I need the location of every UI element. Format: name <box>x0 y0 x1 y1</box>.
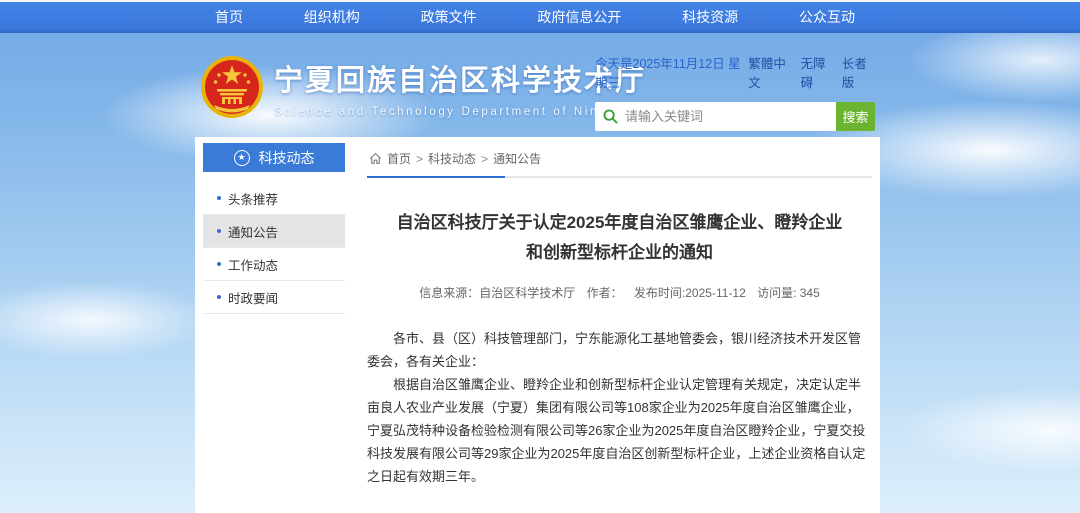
article-meta: 信息来源：自治区科学技术厅 作者： 发布时间:2025-11-12 访问量: 3… <box>367 284 872 301</box>
breadcrumb-notices[interactable]: 通知公告 <box>493 150 541 167</box>
breadcrumb-separator: > <box>481 152 488 166</box>
bullet-icon <box>217 229 221 233</box>
sidebar-title: 科技动态 <box>259 148 315 168</box>
meta-author: 作者： <box>587 286 623 300</box>
bullet-icon <box>217 262 221 266</box>
sidebar-header: ★ 科技动态 <box>203 143 345 172</box>
search-button[interactable]: 搜索 <box>836 102 875 131</box>
sidebar-item-label: 工作动态 <box>228 255 278 274</box>
nav-item-interaction[interactable]: 公众互动 <box>789 2 865 33</box>
current-date: 今天是2025年11月12日 星期三 <box>595 53 748 91</box>
sidebar-item-political-news[interactable]: 时政要闻 <box>203 281 345 314</box>
site-title: 宁夏回族自治区科学技术厅 <box>274 57 646 99</box>
article-title-line2: 和创新型标杆企业的通知 <box>367 238 872 268</box>
national-emblem-logo <box>200 55 264 119</box>
link-accessibility[interactable]: 无障碍 <box>801 53 834 91</box>
search-input[interactable] <box>625 109 828 124</box>
sidebar-item-label: 通知公告 <box>228 222 278 241</box>
bullet-icon <box>217 196 221 200</box>
meta-views: 访问量: 345 <box>757 286 820 300</box>
search-icon <box>603 109 618 124</box>
site-header: 宁夏回族自治区科学技术厅 Science and Technology Depa… <box>0 45 1080 137</box>
link-traditional-chinese[interactable]: 繁體中文 <box>748 53 792 91</box>
main-navigation: 首页 组织机构 政策文件 政府信息公开 科技资源 公众互动 <box>0 2 1080 33</box>
nav-item-policy[interactable]: 政策文件 <box>411 2 487 33</box>
article-body: 各市、县（区）科技管理部门，宁东能源化工基地管委会，银川经济技术开发区管委会，各… <box>367 327 872 488</box>
sidebar-item-notices[interactable]: 通知公告 <box>203 215 345 248</box>
breadcrumb-home[interactable]: 首页 <box>387 150 411 167</box>
bullet-icon <box>217 295 221 299</box>
nav-item-resources[interactable]: 科技资源 <box>672 2 748 33</box>
search-bar: 搜索 <box>595 102 875 131</box>
site-subtitle: Science and Technology Department of Nin… <box>274 106 646 118</box>
article-area: 首页 > 科技动态 > 通知公告 自治区科技厅关于认定2025年度自治区雏鹰企业… <box>367 137 872 513</box>
nav-item-organization[interactable]: 组织机构 <box>294 2 370 33</box>
article-paragraph: 根据自治区雏鹰企业、瞪羚企业和创新型标杆企业认定管理有关规定，决定认定半亩良人农… <box>367 373 872 488</box>
breadcrumb-separator: > <box>416 152 423 166</box>
home-icon <box>369 152 382 165</box>
article-paragraph: 各市、县（区）科技管理部门，宁东能源化工基地管委会，银川经济技术开发区管委会，各… <box>367 327 872 373</box>
sidebar-item-label: 时政要闻 <box>228 288 278 307</box>
meta-publish-time: 发布时间:2025-11-12 <box>634 286 746 300</box>
meta-source: 信息来源：自治区科学技术厅 <box>419 286 575 300</box>
article-title-line1: 自治区科技厅关于认定2025年度自治区雏鹰企业、瞪羚企业 <box>367 208 872 238</box>
breadcrumb-divider <box>367 176 872 178</box>
content-panel: ★ 科技动态 头条推荐 通知公告 工作动态 时政要闻 <box>195 137 880 513</box>
sidebar-item-label: 头条推荐 <box>228 189 278 208</box>
star-circle-icon: ★ <box>234 150 250 166</box>
article-title: 自治区科技厅关于认定2025年度自治区雏鹰企业、瞪羚企业 和创新型标杆企业的通知 <box>367 208 872 268</box>
sidebar-item-work-updates[interactable]: 工作动态 <box>203 248 345 281</box>
nav-item-home[interactable]: 首页 <box>205 2 253 33</box>
sidebar: ★ 科技动态 头条推荐 通知公告 工作动态 时政要闻 <box>203 143 345 314</box>
breadcrumb: 首页 > 科技动态 > 通知公告 <box>367 137 872 176</box>
sidebar-item-headlines[interactable]: 头条推荐 <box>203 182 345 215</box>
nav-item-gov-info[interactable]: 政府信息公开 <box>527 2 631 33</box>
link-elder-version[interactable]: 长者版 <box>842 53 875 91</box>
breadcrumb-tech-news[interactable]: 科技动态 <box>428 150 476 167</box>
